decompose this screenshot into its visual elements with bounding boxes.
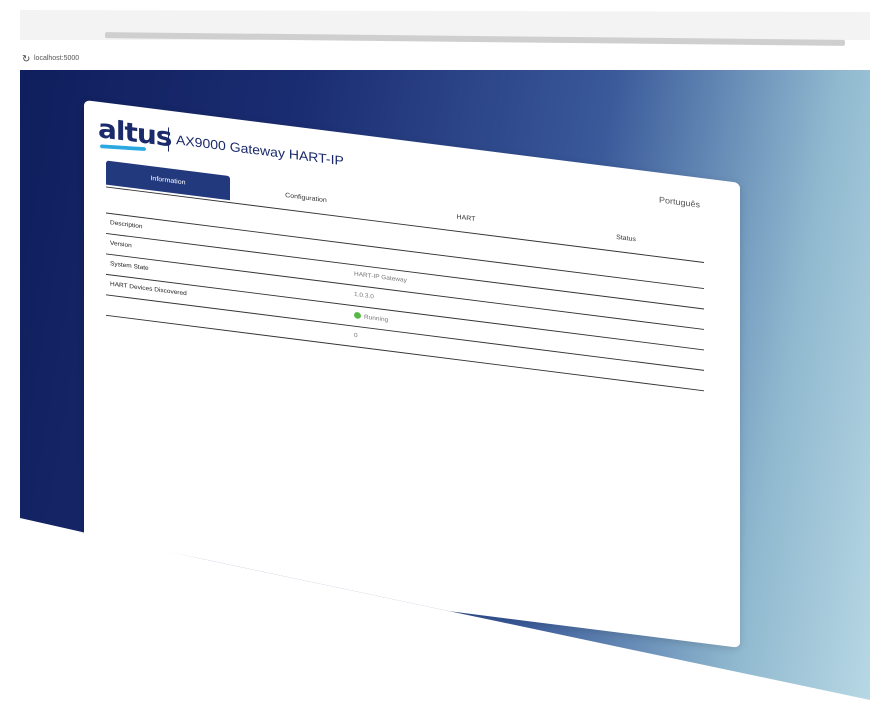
row-value-devices-count: 0 <box>354 332 358 340</box>
logo-separator <box>168 127 169 152</box>
row-label-description: Description <box>110 219 143 231</box>
table-divider <box>106 294 704 371</box>
row-label-version: Version <box>110 239 132 250</box>
browser-window: ↻ localhost:5000 ⊘ A» ☆ ⭐ ● ··· altus AX… <box>18 10 870 700</box>
status-running-text: Running <box>364 313 389 324</box>
table-divider <box>106 273 704 351</box>
status-running-dot <box>354 311 361 320</box>
row-value-version: HART-IP Gateway <box>354 270 407 285</box>
table-divider <box>106 314 704 392</box>
screenshot-stage: ↻ localhost:5000 ⊘ A» ☆ ⭐ ● ··· altus AX… <box>0 0 870 707</box>
language-link[interactable]: Português <box>659 195 700 209</box>
main-tabs: Information Configuration HART Status <box>106 160 706 264</box>
row-value-system-state: 1.0.3.0 <box>354 291 374 301</box>
row-value-running: Running <box>354 311 389 324</box>
address-text[interactable]: localhost:5000 <box>34 55 79 62</box>
row-label-system-state: System State <box>110 260 149 272</box>
app-title: AX9000 Gateway HART-IP <box>176 132 344 169</box>
refresh-icon[interactable]: ↻ <box>22 54 30 65</box>
table-divider <box>106 253 704 330</box>
main-card: altus AX9000 Gateway HART-IP Português I… <box>84 100 740 648</box>
address-bar[interactable]: ↻ localhost:5000 ⊘ A» ☆ ⭐ ● ··· <box>20 52 870 117</box>
